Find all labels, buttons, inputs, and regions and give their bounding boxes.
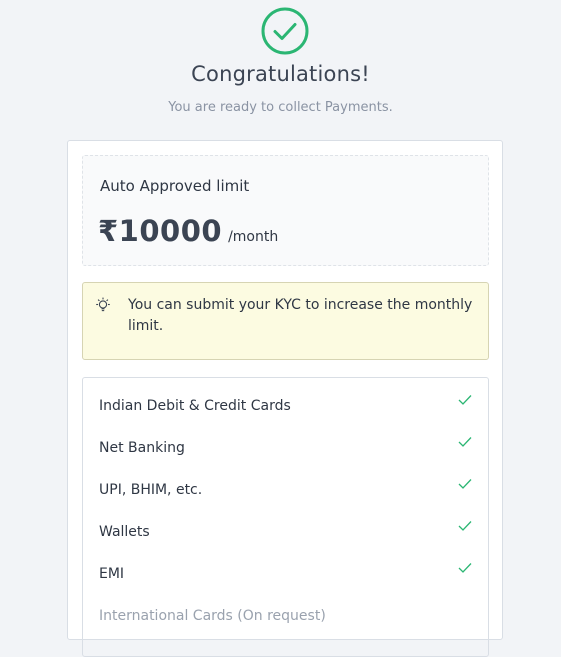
method-label: Wallets [99, 524, 150, 540]
method-label: International Cards (On request) [99, 608, 326, 624]
limit-label: Auto Approved limit [100, 177, 250, 195]
lightbulb-icon [96, 297, 110, 312]
check-icon [458, 563, 472, 573]
list-item: EMI [83, 563, 488, 607]
check-icon [458, 437, 472, 447]
page-title: Congratulations! [191, 62, 370, 86]
page-subtitle: You are ready to collect Payments. [168, 100, 393, 115]
limit-box: Auto Approved limit ₹10000/month [82, 155, 489, 266]
method-label: Net Banking [99, 440, 185, 456]
list-item: UPI, BHIM, etc. [83, 479, 488, 523]
check-icon [458, 521, 472, 531]
limit-amount: ₹10000 [98, 214, 223, 248]
limit-unit: /month [228, 229, 279, 245]
limit-value: ₹10000/month [98, 214, 278, 248]
list-item: Indian Debit & Credit Cards [83, 395, 488, 439]
check-icon [458, 395, 472, 405]
activation-card: Auto Approved limit ₹10000/month You can… [67, 140, 503, 657]
list-item: Wallets [83, 521, 488, 565]
method-label: UPI, BHIM, etc. [99, 482, 203, 498]
kyc-notice: You can submit your KYC to increase the … [82, 282, 489, 360]
list-item: International Cards (On request) [83, 607, 488, 649]
check-circle-icon [261, 7, 309, 55]
check-icon [458, 479, 472, 489]
payment-methods-list: Indian Debit & Credit Cards Net Banking … [82, 377, 489, 657]
method-label: Indian Debit & Credit Cards [99, 398, 291, 414]
list-item: Net Banking [83, 437, 488, 481]
kyc-notice-text: You can submit your KYC to increase the … [128, 297, 473, 334]
method-label: EMI [99, 566, 125, 582]
